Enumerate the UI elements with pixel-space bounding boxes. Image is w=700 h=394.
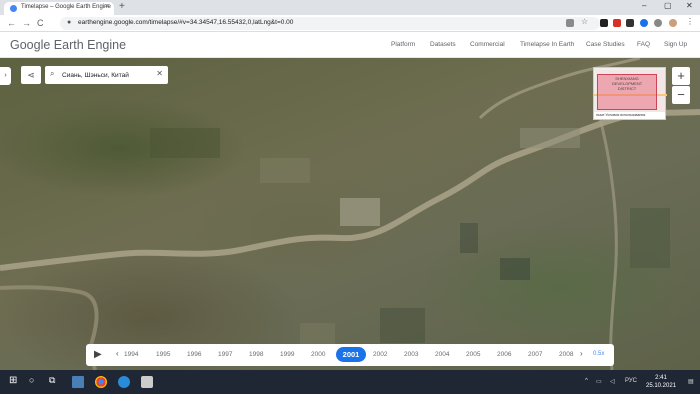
clock-time: 2:41 <box>655 375 667 381</box>
bookmark-star-icon[interactable]: ☆ <box>581 17 589 26</box>
side-panel-toggle[interactable]: › <box>0 67 11 85</box>
field <box>380 308 425 343</box>
windows-taskbar: ⊞ ○ ⧉ ^ ▭ ◁ РУС 2:41 25.10.2021 ▤ <box>0 370 700 394</box>
field <box>630 208 670 268</box>
field <box>260 158 310 183</box>
lock-icon: ● <box>67 19 72 26</box>
profile-avatar[interactable] <box>669 19 677 27</box>
nav-link-case-studies[interactable]: Case Studies <box>586 41 625 48</box>
browser-tab-bar: Timelapse – Google Earth Engine × + – ▢ … <box>0 0 700 15</box>
timeline-prev-button[interactable]: ‹ <box>116 349 119 358</box>
nav-link-timelapse[interactable]: Timelapse In Earth <box>520 41 574 48</box>
new-tab-button[interactable]: + <box>119 1 125 12</box>
year-2004[interactable]: 2004 <box>435 351 449 358</box>
road <box>598 117 618 370</box>
nav-link-datasets[interactable]: Datasets <box>430 41 456 48</box>
tab-favicon-icon <box>10 5 17 12</box>
notifications-icon[interactable]: ▤ <box>688 378 694 385</box>
nav-link-commercial[interactable]: Commercial <box>470 41 505 48</box>
zoom-in-button[interactable]: + <box>672 67 690 85</box>
year-1997[interactable]: 1997 <box>218 351 232 358</box>
taskbar-search-icon[interactable]: ○ <box>29 375 41 387</box>
location-search[interactable]: ⌕ ✕ <box>45 66 168 84</box>
year-2007[interactable]: 2007 <box>528 351 542 358</box>
nav-link-sign-up[interactable]: Sign Up <box>664 41 687 48</box>
tab-close-icon[interactable]: × <box>105 3 109 10</box>
app-icon[interactable] <box>118 376 130 388</box>
year-2006[interactable]: 2006 <box>497 351 511 358</box>
file-explorer-icon[interactable] <box>72 376 84 388</box>
year-2001-selected[interactable]: 2001 <box>336 347 366 362</box>
year-1998[interactable]: 1998 <box>249 351 263 358</box>
network-icon[interactable]: ▭ <box>596 378 602 385</box>
zoom-out-button[interactable]: − <box>672 86 690 104</box>
year-2005[interactable]: 2005 <box>466 351 480 358</box>
year-2002[interactable]: 2002 <box>373 351 387 358</box>
app-icon[interactable] <box>141 376 153 388</box>
site-header: Google Earth Engine Platform Datasets Co… <box>0 32 700 58</box>
year-1999[interactable]: 1999 <box>280 351 294 358</box>
extension-icon[interactable] <box>600 19 608 27</box>
tab-title: Timelapse – Google Earth Engine <box>21 4 111 10</box>
site-logo[interactable]: Google Earth Engine <box>10 38 126 52</box>
river-branch <box>0 285 99 370</box>
extension-icon[interactable] <box>626 19 634 27</box>
window-minimize-button[interactable]: – <box>642 1 646 10</box>
extension-icon[interactable] <box>640 19 648 27</box>
browser-tab[interactable]: Timelapse – Google Earth Engine × <box>4 2 114 15</box>
translate-icon[interactable] <box>566 19 574 27</box>
window-maximize-button[interactable]: ▢ <box>664 1 672 10</box>
system-clock[interactable]: 2:41 25.10.2021 <box>646 374 676 390</box>
browser-toolbar: ← → C ● earthengine.google.com/timelapse… <box>0 15 700 32</box>
search-icon: ⌕ <box>50 69 55 78</box>
extensions-puzzle-icon[interactable] <box>654 19 662 27</box>
address-bar[interactable]: ● earthengine.google.com/timelapse/#v=34… <box>60 17 600 30</box>
keyboard-language[interactable]: РУС <box>625 378 637 384</box>
field <box>500 258 530 280</box>
field <box>520 128 580 148</box>
year-2003[interactable]: 2003 <box>404 351 418 358</box>
minimap-label: SHENXIANG DEVELOPMENT DISTRICT <box>612 76 643 91</box>
terms-of-use-link[interactable]: ньые Условия использования <box>594 112 665 119</box>
year-2008[interactable]: 2008 <box>559 351 573 358</box>
task-view-icon[interactable]: ⧉ <box>49 375 61 387</box>
river <box>0 109 700 271</box>
play-button[interactable]: ▶ <box>94 349 102 360</box>
clock-date: 25.10.2021 <box>646 383 677 389</box>
extension-icon[interactable] <box>613 19 621 27</box>
reload-button[interactable]: C <box>37 18 44 28</box>
nav-link-faq[interactable]: FAQ <box>637 41 650 48</box>
volume-icon[interactable]: ◁ <box>610 378 615 385</box>
year-1995[interactable]: 1995 <box>156 351 170 358</box>
search-input[interactable] <box>62 69 152 81</box>
forward-button[interactable]: → <box>22 18 31 28</box>
minimap[interactable]: SHENXIANG DEVELOPMENT DISTRICT ньые Усло… <box>593 67 667 120</box>
speed-toggle[interactable]: 0.5x <box>593 351 604 357</box>
year-2000[interactable]: 2000 <box>311 351 325 358</box>
year-1994[interactable]: 1994 <box>124 351 138 358</box>
year-1996[interactable]: 1996 <box>187 351 201 358</box>
window-close-button[interactable]: ✕ <box>686 1 693 10</box>
timeline-next-button[interactable]: › <box>580 349 583 358</box>
field <box>340 198 380 226</box>
address-url[interactable]: earthengine.google.com/timelapse/#v=34.3… <box>78 19 293 26</box>
back-button[interactable]: ← <box>7 18 16 28</box>
tray-chevron-icon[interactable]: ^ <box>585 378 588 384</box>
field <box>460 223 478 253</box>
clear-search-icon[interactable]: ✕ <box>156 69 163 78</box>
field <box>150 128 220 158</box>
share-button[interactable]: ⋖ <box>21 66 41 84</box>
chrome-icon[interactable] <box>95 376 107 388</box>
browser-menu-icon[interactable]: ⋮ <box>686 17 694 26</box>
timeline-bar: ▶ ‹ 1994 1995 1996 1997 1998 1999 2000 2… <box>86 344 614 366</box>
nav-link-platform[interactable]: Platform <box>391 41 415 48</box>
windows-start-icon[interactable]: ⊞ <box>9 375 21 387</box>
